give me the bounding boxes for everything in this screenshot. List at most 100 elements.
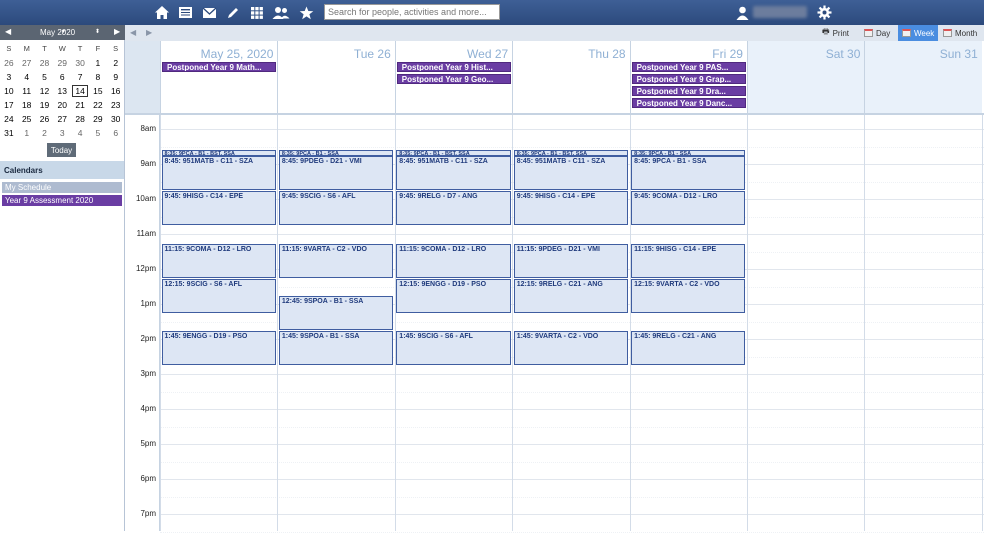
mini-calendar-day[interactable]: 4 bbox=[71, 126, 89, 140]
calendar-event[interactable]: 1:45: 9ENGG - D19 - PSO bbox=[161, 331, 276, 366]
calendar-event[interactable]: 12:15: 9RELG - C21 - ANG bbox=[513, 278, 629, 313]
mini-calendar-day[interactable]: 3 bbox=[53, 126, 71, 140]
day-label[interactable]: Wed 27 bbox=[467, 47, 508, 61]
mini-calendar-day[interactable]: 27 bbox=[53, 112, 71, 126]
calendar-item-my-schedule[interactable]: My Schedule bbox=[2, 182, 122, 193]
mini-calendar-day-today[interactable]: 14 bbox=[71, 84, 89, 98]
mini-calendar-day[interactable]: 5 bbox=[36, 70, 54, 84]
month-view-button[interactable]: Month bbox=[939, 25, 981, 41]
mini-calendar-day[interactable]: 18 bbox=[18, 98, 36, 112]
allday-event[interactable]: Postponed Year 9 Grap... bbox=[631, 74, 746, 84]
day-label[interactable]: Sat 30 bbox=[826, 47, 861, 61]
mini-calendar-day[interactable]: 31 bbox=[0, 126, 18, 140]
mini-calendar-day[interactable]: 5 bbox=[89, 126, 107, 140]
mini-calendar-day[interactable]: 2 bbox=[107, 56, 125, 70]
mini-calendar-day[interactable]: 26 bbox=[36, 112, 54, 126]
allday-event[interactable]: Postponed Year 9 Danc... bbox=[631, 98, 746, 108]
mini-calendar-day[interactable]: 23 bbox=[107, 98, 125, 112]
mini-calendar-day[interactable]: 20 bbox=[53, 98, 71, 112]
calendar-event[interactable]: 9:45: 9RELG - D7 - ANG bbox=[396, 191, 511, 226]
apps-grid-icon[interactable] bbox=[248, 4, 266, 21]
week-view-button[interactable]: Week bbox=[898, 25, 939, 41]
day-label[interactable]: Tue 26 bbox=[354, 47, 391, 61]
mini-calendar-day[interactable]: 8 bbox=[89, 70, 107, 84]
search-input[interactable] bbox=[324, 4, 500, 20]
mini-calendar-day[interactable]: 1 bbox=[18, 126, 36, 140]
mini-calendar-day[interactable]: 29 bbox=[53, 56, 71, 70]
calendar-event[interactable]: 1:45: 9VARTA - C2 - VDO bbox=[513, 331, 629, 366]
mini-calendar-day[interactable]: 6 bbox=[53, 70, 71, 84]
calendar-event[interactable]: 11:15: 9COMA - D12 - LRO bbox=[161, 243, 276, 278]
mini-calendar-day[interactable]: 10 bbox=[0, 84, 18, 98]
mini-calendar-day[interactable]: 22 bbox=[89, 98, 107, 112]
calendar-item-year9-assessment[interactable]: Year 9 Assessment 2020 bbox=[2, 195, 122, 206]
mini-calendar-day[interactable]: 7 bbox=[71, 70, 89, 84]
calendar-event[interactable]: 8:45: 951MATB - C11 - SZA bbox=[161, 156, 276, 191]
day-label[interactable]: Sun 31 bbox=[940, 47, 978, 61]
mini-calendar-day[interactable]: 2 bbox=[36, 126, 54, 140]
calendar-event[interactable]: 8:45: 9PCA - B1 - SSA bbox=[631, 156, 746, 191]
day-label[interactable]: Fri 29 bbox=[712, 47, 743, 61]
allday-event[interactable]: Postponed Year 9 Hist... bbox=[396, 62, 512, 72]
allday-event[interactable]: Postponed Year 9 Dra... bbox=[631, 86, 746, 96]
calendar-event[interactable]: 9:45: 9HISG - C14 - EPE bbox=[161, 191, 276, 226]
mini-calendar-day[interactable]: 26 bbox=[0, 56, 18, 70]
day-label[interactable]: Thu 28 bbox=[588, 47, 625, 61]
gear-icon[interactable] bbox=[815, 4, 833, 21]
calendar-event[interactable]: 12:15: 9ENGG - D19 - PSO bbox=[396, 278, 511, 313]
allday-event[interactable]: Postponed Year 9 PAS... bbox=[631, 62, 746, 72]
mini-calendar-day[interactable]: 4 bbox=[18, 70, 36, 84]
user-icon[interactable] bbox=[733, 4, 751, 21]
day-column-header[interactable]: May 25, 2020 Postponed Year 9 Math... bbox=[160, 41, 277, 113]
calendar-event[interactable]: 9:45: 9SCIG - S6 - AFL bbox=[278, 191, 394, 226]
mini-calendar-day[interactable]: 19 bbox=[36, 98, 54, 112]
mini-calendar-day[interactable]: 28 bbox=[71, 112, 89, 126]
day-column-header[interactable]: Wed 27 Postponed Year 9 Hist... Postponed … bbox=[394, 41, 512, 113]
mini-calendar-day[interactable]: 12 bbox=[36, 84, 54, 98]
calendar-event[interactable]: 8:45: 951MATB - C11 - SZA bbox=[513, 156, 629, 191]
mini-calendar-day[interactable]: 15 bbox=[89, 84, 107, 98]
mini-calendar-day[interactable]: 13 bbox=[53, 84, 71, 98]
today-button[interactable]: Today bbox=[47, 143, 76, 157]
mini-calendar-day[interactable]: 3 bbox=[0, 70, 18, 84]
allday-event[interactable]: Postponed Year 9 Geo... bbox=[396, 74, 512, 84]
mini-calendar-day[interactable]: 30 bbox=[107, 112, 125, 126]
calendar-event[interactable]: 11:15: 9VARTA - C2 - VDO bbox=[278, 243, 394, 278]
mail-icon[interactable] bbox=[200, 4, 218, 21]
day-column-header[interactable]: Fri 29 Postponed Year 9 PAS... Postponed Y… bbox=[629, 41, 747, 113]
mini-calendar-day[interactable]: 24 bbox=[0, 112, 18, 126]
calendar-event[interactable]: 1:45: 9SCIG - S6 - AFL bbox=[396, 331, 511, 366]
year-select-icon[interactable]: ⬍ bbox=[95, 28, 100, 35]
prev-month-arrow[interactable]: ◀ bbox=[5, 27, 11, 36]
calendar-event[interactable]: 9:45: 9COMA - D12 - LRO bbox=[631, 191, 746, 226]
user-name-blurred[interactable] bbox=[753, 6, 807, 18]
calendar-event[interactable]: 12:45: 9SPOA - B1 - SSA bbox=[278, 296, 394, 331]
day-column-header[interactable]: Tue 26 bbox=[277, 41, 394, 113]
next-week-arrow[interactable]: ▶ bbox=[146, 28, 152, 37]
day-column-header[interactable]: Thu 28 bbox=[512, 41, 629, 113]
calendar-event[interactable]: 1:45: 9RELG - C21 - ANG bbox=[631, 331, 746, 366]
mini-calendar-day[interactable]: 17 bbox=[0, 98, 18, 112]
day-label[interactable]: May 25, 2020 bbox=[201, 47, 274, 61]
mini-calendar-day[interactable]: 11 bbox=[18, 84, 36, 98]
home-icon[interactable] bbox=[153, 4, 171, 21]
mini-calendar-day[interactable]: 1 bbox=[89, 56, 107, 70]
mini-calendar-day[interactable]: 27 bbox=[18, 56, 36, 70]
day-column-header[interactable]: Sun 31 bbox=[864, 41, 982, 113]
mini-calendar-day[interactable]: 28 bbox=[36, 56, 54, 70]
newspaper-icon[interactable] bbox=[176, 4, 194, 21]
prev-week-arrow[interactable]: ◀ bbox=[130, 28, 136, 37]
mini-calendar-day[interactable]: 16 bbox=[107, 84, 125, 98]
calendar-event[interactable]: 8:45: 951MATB - C11 - SZA bbox=[396, 156, 511, 191]
allday-event[interactable]: Postponed Year 9 Math... bbox=[162, 62, 277, 72]
mini-calendar-day[interactable]: 6 bbox=[107, 126, 125, 140]
mini-calendar-day[interactable]: 30 bbox=[71, 56, 89, 70]
calendar-event[interactable]: 12:15: 9VARTA - C2 - VDO bbox=[631, 278, 746, 313]
calendar-event[interactable]: 1:45: 9SPOA - B1 - SSA bbox=[278, 331, 394, 366]
day-view-button[interactable]: Day bbox=[860, 25, 894, 41]
next-month-arrow[interactable]: ▶ bbox=[114, 27, 120, 36]
mini-calendar-day[interactable]: 25 bbox=[18, 112, 36, 126]
print-button[interactable]: 🖶 Print bbox=[818, 25, 853, 41]
month-select-icon[interactable]: ▾ bbox=[62, 28, 65, 35]
calendar-event[interactable]: 11:15: 9COMA - D12 - LRO bbox=[396, 243, 511, 278]
